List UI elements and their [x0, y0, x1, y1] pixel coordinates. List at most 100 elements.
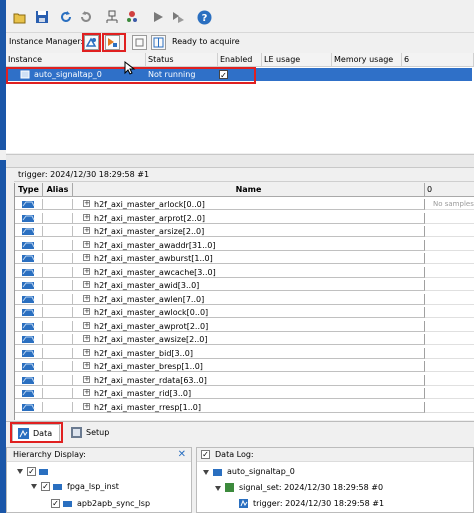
- read-data-button[interactable]: [151, 35, 166, 50]
- table-row[interactable]: + h2f_axi_master_rdata[63..0]: [15, 374, 474, 386]
- signal-name: h2f_axi_master_bresp[1..0]: [94, 362, 203, 371]
- expand-plus-icon[interactable]: +: [83, 321, 90, 329]
- signal-alias-cell: [43, 334, 73, 345]
- table-row[interactable]: + h2f_axi_master_awlock[0..0]: [15, 307, 474, 318]
- autorun-icon[interactable]: [170, 9, 186, 25]
- open-icon[interactable]: [12, 9, 28, 25]
- panel-splitter[interactable]: [6, 154, 474, 168]
- expand-plus-icon[interactable]: +: [83, 213, 90, 221]
- expand-plus-icon[interactable]: +: [83, 375, 90, 383]
- signal-waveform-cell: [425, 294, 474, 305]
- signal-name: h2f_axi_master_arlock[0..0]: [94, 200, 205, 209]
- signal-name: h2f_axi_master_awsize[2..0]: [94, 335, 208, 344]
- table-row[interactable]: + h2f_axi_master_awsize[2..0]: [15, 334, 474, 345]
- redo-icon[interactable]: [78, 9, 94, 25]
- col-type[interactable]: Type: [15, 183, 43, 197]
- table-row[interactable]: + h2f_axi_master_bresp[1..0]: [15, 361, 474, 372]
- expand-plus-icon[interactable]: +: [83, 362, 90, 369]
- signal-name-cell[interactable]: + h2f_axi_master_awaddr[31..0]: [73, 239, 425, 251]
- expand-arrow-icon[interactable]: [31, 484, 37, 489]
- signal-type-cell: [15, 334, 43, 345]
- close-icon[interactable]: ✕: [178, 448, 186, 462]
- scan-chain-button[interactable]: [84, 35, 99, 50]
- signal-alias-cell: [43, 239, 73, 251]
- col-status[interactable]: Status: [146, 53, 218, 67]
- expand-plus-icon[interactable]: +: [83, 308, 90, 315]
- signal-name-cell[interactable]: + h2f_axi_master_awlen[7..0]: [73, 293, 425, 305]
- col-alias[interactable]: Alias: [43, 183, 73, 197]
- expand-plus-icon[interactable]: +: [83, 267, 90, 275]
- signal-name-cell[interactable]: + h2f_axi_master_rid[3..0]: [73, 388, 425, 399]
- table-row[interactable]: + h2f_axi_master_awburst[1..0]: [15, 253, 474, 264]
- expand-arrow-icon[interactable]: [203, 470, 209, 475]
- expand-plus-icon[interactable]: +: [83, 389, 90, 396]
- signal-type-cell: [15, 253, 43, 264]
- signal-name-cell[interactable]: + h2f_axi_master_awid[3..0]: [73, 280, 425, 291]
- expand-plus-icon[interactable]: +: [83, 281, 90, 288]
- table-row[interactable]: + h2f_axi_master_arlock[0..0]: [15, 199, 474, 210]
- save-icon[interactable]: [34, 9, 50, 25]
- run-icon[interactable]: [150, 9, 166, 25]
- signal-name-cell[interactable]: + h2f_axi_master_awlock[0..0]: [73, 307, 425, 318]
- table-row[interactable]: + h2f_axi_master_rid[3..0]: [15, 388, 474, 399]
- col-memory-usage[interactable]: Memory usage: [332, 53, 402, 67]
- instance-icon: [63, 501, 72, 507]
- expand-arrow-icon[interactable]: [215, 486, 221, 491]
- signal-name-cell[interactable]: + h2f_axi_master_rresp[1..0]: [73, 401, 425, 413]
- signal-type-cell: [15, 401, 43, 413]
- undo-icon[interactable]: [58, 9, 74, 25]
- bus-type-icon: [22, 295, 35, 303]
- expand-arrow-icon[interactable]: [17, 469, 23, 474]
- run-analysis-button[interactable]: [105, 35, 120, 50]
- table-row[interactable]: + h2f_axi_master_awprot[2..0]: [15, 320, 474, 332]
- table-row[interactable]: + h2f_axi_master_arsize[2..0]: [15, 226, 474, 237]
- table-row[interactable]: + h2f_axi_master_arprot[2..0]: [15, 212, 474, 224]
- col-name[interactable]: Name: [73, 183, 425, 197]
- table-row[interactable]: + h2f_axi_master_bid[3..0]: [15, 347, 474, 359]
- hierarchy-item-apb2apb[interactable]: apb2apb_sync_lsp: [77, 498, 150, 509]
- signal-name-cell[interactable]: + h2f_axi_master_awsize[2..0]: [73, 334, 425, 345]
- expand-plus-icon[interactable]: +: [83, 227, 90, 234]
- hierarchy-item-fpga-lsp[interactable]: fpga_lsp_inst: [67, 481, 119, 492]
- log-item-trigger[interactable]: trigger: 2024/12/30 18:29:58 #1: [253, 498, 384, 509]
- expand-plus-icon[interactable]: +: [83, 335, 90, 342]
- signal-name-cell[interactable]: + h2f_axi_master_arprot[2..0]: [73, 212, 425, 224]
- log-item-instance[interactable]: auto_signaltap_0: [227, 466, 295, 477]
- table-row[interactable]: + h2f_axi_master_rresp[1..0]: [15, 401, 474, 413]
- expand-plus-icon[interactable]: +: [83, 348, 90, 356]
- expand-plus-icon[interactable]: +: [83, 402, 90, 410]
- signal-name-cell[interactable]: + h2f_axi_master_bid[3..0]: [73, 347, 425, 359]
- col-enabled[interactable]: Enabled: [218, 53, 262, 67]
- root-checkbox[interactable]: ✓: [27, 467, 36, 476]
- bus-type-icon: [22, 201, 35, 208]
- col-extra[interactable]: 6: [402, 53, 474, 67]
- expand-plus-icon[interactable]: +: [83, 200, 90, 207]
- expand-plus-icon[interactable]: +: [83, 240, 90, 248]
- signal-name-cell[interactable]: + h2f_axi_master_rdata[63..0]: [73, 374, 425, 386]
- help-icon[interactable]: ?: [196, 9, 212, 25]
- signal-name-cell[interactable]: + h2f_axi_master_awburst[1..0]: [73, 253, 425, 264]
- col-le-usage[interactable]: LE usage: [262, 53, 332, 67]
- fpga-lsp-checkbox[interactable]: ✓: [41, 482, 50, 491]
- expand-plus-icon[interactable]: +: [83, 294, 90, 302]
- bus-type-icon: [22, 349, 35, 357]
- signal-name-cell[interactable]: + h2f_axi_master_bresp[1..0]: [73, 361, 425, 372]
- stop-analysis-button[interactable]: [132, 35, 147, 50]
- attach-icon[interactable]: [104, 9, 120, 25]
- tab-setup[interactable]: Setup: [66, 424, 114, 441]
- hierarchy-icon[interactable]: [124, 9, 140, 25]
- expand-plus-icon[interactable]: +: [83, 254, 90, 261]
- signal-name-cell[interactable]: + h2f_axi_master_arlock[0..0]: [73, 199, 425, 210]
- signal-name: h2f_axi_master_awlock[0..0]: [94, 308, 209, 317]
- bus-type-icon: [22, 268, 35, 276]
- table-row[interactable]: + h2f_axi_master_awaddr[31..0]: [15, 239, 474, 251]
- signal-name-cell[interactable]: + h2f_axi_master_arsize[2..0]: [73, 226, 425, 237]
- log-item-signal-set[interactable]: signal_set: 2024/12/30 18:29:58 #0: [239, 482, 383, 493]
- table-row[interactable]: + h2f_axi_master_awlen[7..0]: [15, 293, 474, 305]
- signal-name-cell[interactable]: + h2f_axi_master_awcache[3..0]: [73, 266, 425, 278]
- signal-name-cell[interactable]: + h2f_axi_master_awprot[2..0]: [73, 320, 425, 332]
- apb2apb-checkbox[interactable]: ✓: [51, 499, 60, 508]
- table-row[interactable]: + h2f_axi_master_awcache[3..0]: [15, 266, 474, 278]
- data-log-checkbox[interactable]: ✓: [201, 450, 210, 459]
- table-row[interactable]: + h2f_axi_master_awid[3..0]: [15, 280, 474, 291]
